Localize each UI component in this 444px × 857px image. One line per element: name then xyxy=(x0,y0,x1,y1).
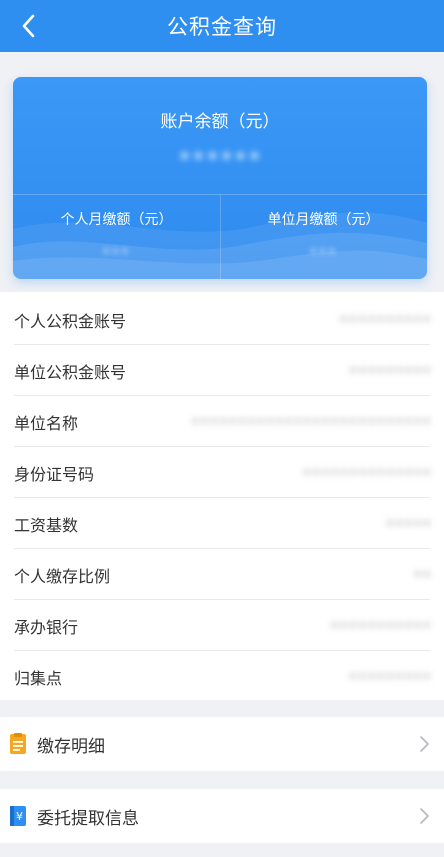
info-row-unit-name: 单位名称 •••••••••••••••••••••••••• xyxy=(0,396,444,447)
unit-monthly-value: ••• xyxy=(293,241,353,263)
chevron-left-icon xyxy=(22,14,35,38)
info-value: •• xyxy=(413,566,432,583)
chevron-right-icon xyxy=(420,808,429,824)
info-value: •••••••••••••••••••••••••• xyxy=(191,413,432,430)
info-value: ••••••••••• xyxy=(330,617,432,634)
back-button[interactable] xyxy=(10,8,46,44)
chevron-right-icon xyxy=(420,736,429,752)
deposit-details-button[interactable]: 缴存明细 xyxy=(0,717,444,771)
svg-text:¥: ¥ xyxy=(16,810,23,823)
info-value: •••••••••• xyxy=(339,311,432,328)
document-icon xyxy=(9,733,27,755)
top-navigation-bar: 公积金查询 xyxy=(0,0,444,52)
info-label: 承办银行 xyxy=(14,617,79,637)
yuan-card-icon: ¥ xyxy=(9,805,27,827)
info-value: •••••••••••••• xyxy=(302,464,432,481)
balance-section: 账户余额（元） •••••• 个人月缴额（元） ••• 单位月缴额（元） ••• xyxy=(0,52,444,292)
account-info-list: 个人公积金账号 •••••••••• 单位公积金账号 ••••••••• 单位名… xyxy=(0,292,444,700)
info-value: ••••••••• xyxy=(348,668,432,685)
page-title: 公积金查询 xyxy=(167,15,277,39)
balance-value: •••••• xyxy=(160,139,280,175)
info-row-salary-base: 工资基数 ••••• xyxy=(0,498,444,549)
info-label: 单位公积金账号 xyxy=(14,362,127,382)
info-label: 个人公积金账号 xyxy=(14,311,127,331)
unit-monthly-section: 单位月缴额（元） ••• xyxy=(220,195,427,279)
info-row-contribution-rate: 个人缴存比例 •• xyxy=(0,549,444,600)
personal-monthly-section: 个人月缴额（元） ••• xyxy=(13,195,220,279)
balance-amount: •••••• xyxy=(178,144,262,170)
info-row-bank: 承办银行 ••••••••••• xyxy=(0,600,444,651)
balance-label: 账户余额（元） xyxy=(160,112,280,132)
info-label: 归集点 xyxy=(14,668,63,688)
info-label: 身份证号码 xyxy=(14,464,95,484)
personal-monthly-label: 个人月缴额（元） xyxy=(60,212,173,228)
info-label: 个人缴存比例 xyxy=(14,566,111,586)
info-label: 工资基数 xyxy=(14,515,79,535)
info-row-personal-account: 个人公积金账号 •••••••••• xyxy=(0,294,444,345)
action-label: 缴存明细 xyxy=(37,736,105,757)
unit-monthly-label: 单位月缴额（元） xyxy=(267,212,380,228)
info-row-id-number: 身份证号码 •••••••••••••• xyxy=(0,447,444,498)
action-label: 委托提取信息 xyxy=(37,808,139,829)
info-value: ••••••••• xyxy=(348,362,432,379)
balance-card: 账户余额（元） •••••• 个人月缴额（元） ••• 单位月缴额（元） ••• xyxy=(13,77,427,279)
personal-monthly-amount: ••• xyxy=(102,244,130,260)
info-row-collection-point: 归集点 ••••••••• xyxy=(0,651,444,702)
unit-monthly-amount: ••• xyxy=(309,244,337,260)
info-row-unit-account: 单位公积金账号 ••••••••• xyxy=(0,345,444,396)
info-label: 单位名称 xyxy=(14,413,79,433)
personal-monthly-value: ••• xyxy=(86,241,146,263)
withdrawal-info-button[interactable]: ¥ 委托提取信息 xyxy=(0,789,444,843)
info-value: ••••• xyxy=(385,515,432,532)
